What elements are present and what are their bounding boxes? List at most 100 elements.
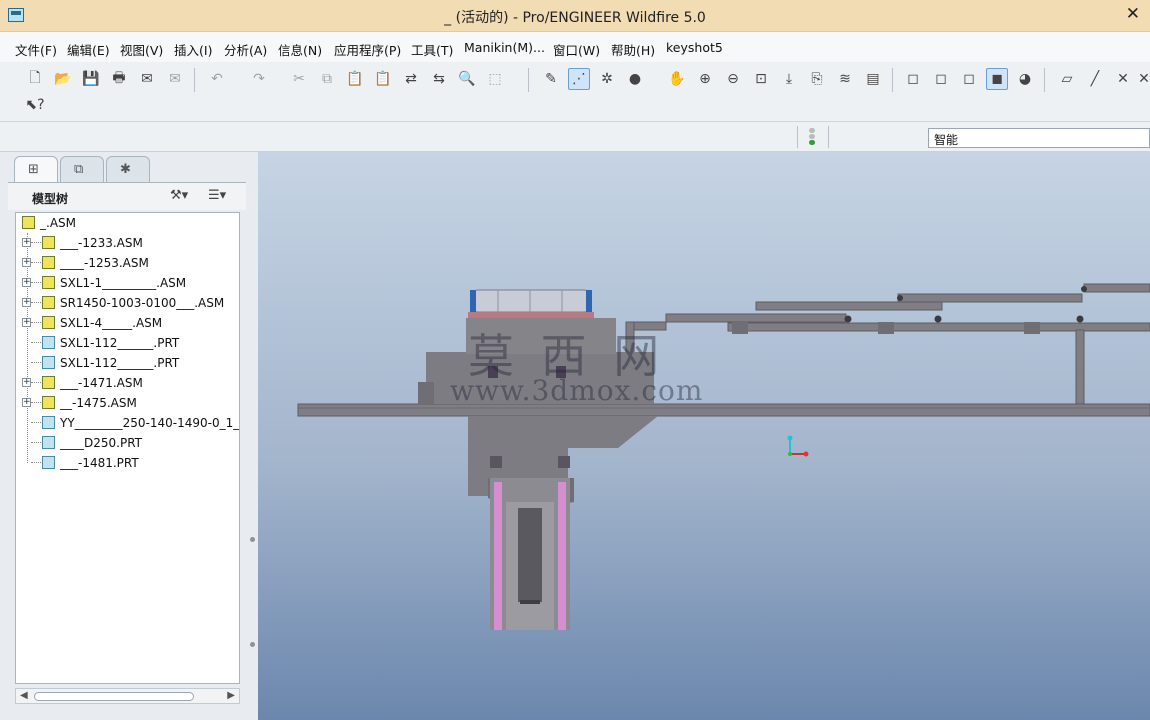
layers-icon[interactable]: ≋ (834, 68, 856, 90)
tree-row[interactable]: YY________250-140-1490-0_1_ (16, 413, 239, 433)
spin-center-icon[interactable]: ✲ (596, 68, 618, 90)
part-icon (42, 416, 55, 429)
tree-row[interactable]: + SR1450-1003-0100___.ASM (16, 293, 239, 313)
navigator-panel: ⊞ ⧉ ✱ 模型树 ⚒▾ ☰▾ _.ASM + ___-1233.ASM + _… (0, 152, 258, 720)
menu-insert[interactable]: 插入(I) (174, 40, 212, 59)
part-icon (42, 436, 55, 449)
datum-axes-icon[interactable]: ╱ (1084, 68, 1106, 90)
zoom-in-icon[interactable]: ⊕ (694, 68, 716, 90)
new-file-icon[interactable]: 🗋 (24, 68, 46, 90)
tree-row[interactable]: SXL1-112______.PRT (16, 353, 239, 373)
tree-row[interactable]: + SXL1-1_________.ASM (16, 273, 239, 293)
folder-browser-icon: ⧉ (74, 162, 84, 177)
tree-row[interactable]: + ____-1253.ASM (16, 253, 239, 273)
sketch-icon[interactable]: ✎ (540, 68, 562, 90)
graphics-viewport[interactable]: 莫 西 网 www.3dmox.com (258, 152, 1150, 720)
expand-icon[interactable]: + (22, 238, 31, 247)
expand-icon[interactable]: + (22, 398, 31, 407)
shading-icon[interactable]: ◼ (986, 68, 1008, 90)
model-tree-title: 模型树 (32, 192, 69, 206)
part-icon (42, 356, 55, 369)
expand-icon[interactable]: + (22, 378, 31, 387)
assembly-icon (42, 236, 55, 249)
coordinate-systems-icon[interactable]: ✕ (1138, 68, 1150, 90)
tab-folder-browser[interactable]: ⧉ (60, 156, 104, 182)
tree-settings-icon[interactable]: ⚒▾ (170, 188, 188, 203)
tab-model-tree[interactable]: ⊞ (14, 156, 58, 182)
model-render (297, 283, 1150, 630)
email-icon[interactable]: ✉ (136, 68, 158, 90)
saved-views-icon[interactable]: ⎘ (806, 68, 828, 90)
close-icon[interactable]: ✕ (1126, 4, 1140, 24)
select-box-icon[interactable]: ⬚ (484, 68, 506, 90)
menu-help[interactable]: 帮助(H) (611, 40, 655, 59)
tree-row-label: _.ASM (40, 216, 76, 230)
view-manager-icon[interactable]: ▤ (862, 68, 884, 90)
tree-horizontal-scrollbar[interactable]: ◀ ▶ (15, 688, 240, 704)
undo-icon[interactable]: ↶ (206, 68, 228, 90)
scroll-left-icon[interactable]: ◀ (20, 690, 28, 701)
regenerate-icon[interactable]: ⇄ (400, 68, 422, 90)
tree-row-label: SXL1-112______.PRT (60, 336, 180, 350)
open-folder-icon[interactable]: 📂 (52, 68, 74, 90)
print-icon[interactable]: 🖶 (108, 68, 130, 90)
menu-keyshot5[interactable]: keyshot5 (666, 40, 723, 55)
expand-icon[interactable]: + (22, 298, 31, 307)
find-icon[interactable]: 🔍 (456, 68, 478, 90)
cut-icon[interactable]: ✂ (288, 68, 310, 90)
toolbar: 🗋 📂 💾 🖶 ✉ ✉ ↶ ↷ ✂ ⧉ 📋 📋 ⇄ ⇆ 🔍 ⬚ ✎ ⋰ ✲ ● … (0, 62, 1150, 122)
menu-window[interactable]: 窗口(W) (553, 40, 600, 59)
zoom-out-icon[interactable]: ⊖ (722, 68, 744, 90)
redo-icon[interactable]: ↷ (248, 68, 270, 90)
panel-resize-sash[interactable] (248, 492, 257, 692)
expand-icon[interactable]: + (22, 318, 31, 327)
menu-manikin[interactable]: Manikin(M)... (464, 40, 545, 55)
no-hidden-icon[interactable]: ◻ (958, 68, 980, 90)
tree-row-label: __-1475.ASM (60, 396, 137, 410)
appearance-sphere-icon[interactable]: ● (624, 68, 646, 90)
selection-filter-dropdown[interactable]: 智能 (928, 128, 1150, 148)
datum-points-icon[interactable]: ✕ (1112, 68, 1134, 90)
menu-edit[interactable]: 编辑(E) (67, 40, 110, 59)
paste-special-icon[interactable]: 📋 (372, 68, 394, 90)
wireframe-icon[interactable]: ◻ (902, 68, 924, 90)
pan-hand-icon[interactable]: ✋ (666, 68, 688, 90)
tree-row[interactable]: ____D250.PRT (16, 433, 239, 453)
tree-row-label: SXL1-4_____.ASM (60, 316, 163, 330)
watermark-url: www.3dmox.com (450, 374, 704, 407)
regenerate-manager-icon[interactable]: ⇆ (428, 68, 450, 90)
tab-favorites[interactable]: ✱ (106, 156, 150, 182)
menu-analysis[interactable]: 分析(A) (224, 40, 267, 59)
refit-icon[interactable]: ⊡ (750, 68, 772, 90)
menu-info[interactable]: 信息(N) (278, 40, 322, 59)
context-help-icon[interactable]: ⬉? (24, 94, 46, 116)
datum-display-icon[interactable]: ⋰ (568, 68, 590, 90)
expand-icon[interactable]: + (22, 258, 31, 267)
menu-applications[interactable]: 应用程序(P) (334, 40, 401, 59)
tree-row[interactable]: SXL1-112______.PRT (16, 333, 239, 353)
enhanced-realism-icon[interactable]: ◕ (1014, 68, 1036, 90)
title-bar: _ (活动的) - Pro/ENGINEER Wildfire 5.0 ✕ (0, 0, 1150, 32)
scroll-right-icon[interactable]: ▶ (227, 690, 235, 701)
email-link-icon[interactable]: ✉ (164, 68, 186, 90)
hidden-line-icon[interactable]: ◻ (930, 68, 952, 90)
tree-row[interactable]: + SXL1-4_____.ASM (16, 313, 239, 333)
model-tree: _.ASM + ___-1233.ASM + ____-1253.ASM + S… (15, 212, 240, 684)
reorient-icon[interactable]: ⤓ (778, 68, 800, 90)
tree-columns-icon[interactable]: ☰▾ (208, 188, 226, 203)
copy-icon[interactable]: ⧉ (316, 68, 338, 90)
scroll-thumb[interactable] (34, 692, 194, 701)
datum-planes-icon[interactable]: ▱ (1056, 68, 1078, 90)
tree-row[interactable]: _.ASM (16, 213, 239, 233)
tree-row[interactable]: + __-1475.ASM (16, 393, 239, 413)
save-icon[interactable]: 💾 (80, 68, 102, 90)
tree-row[interactable]: + ___-1233.ASM (16, 233, 239, 253)
tree-row[interactable]: ___-1481.PRT (16, 453, 239, 473)
expand-icon[interactable]: + (22, 278, 31, 287)
paste-icon[interactable]: 📋 (344, 68, 366, 90)
menu-view[interactable]: 视图(V) (120, 40, 163, 59)
menu-file[interactable]: 文件(F) (15, 40, 57, 59)
menu-tools[interactable]: 工具(T) (411, 40, 453, 59)
assembly-icon (42, 256, 55, 269)
tree-row[interactable]: + ___-1471.ASM (16, 373, 239, 393)
